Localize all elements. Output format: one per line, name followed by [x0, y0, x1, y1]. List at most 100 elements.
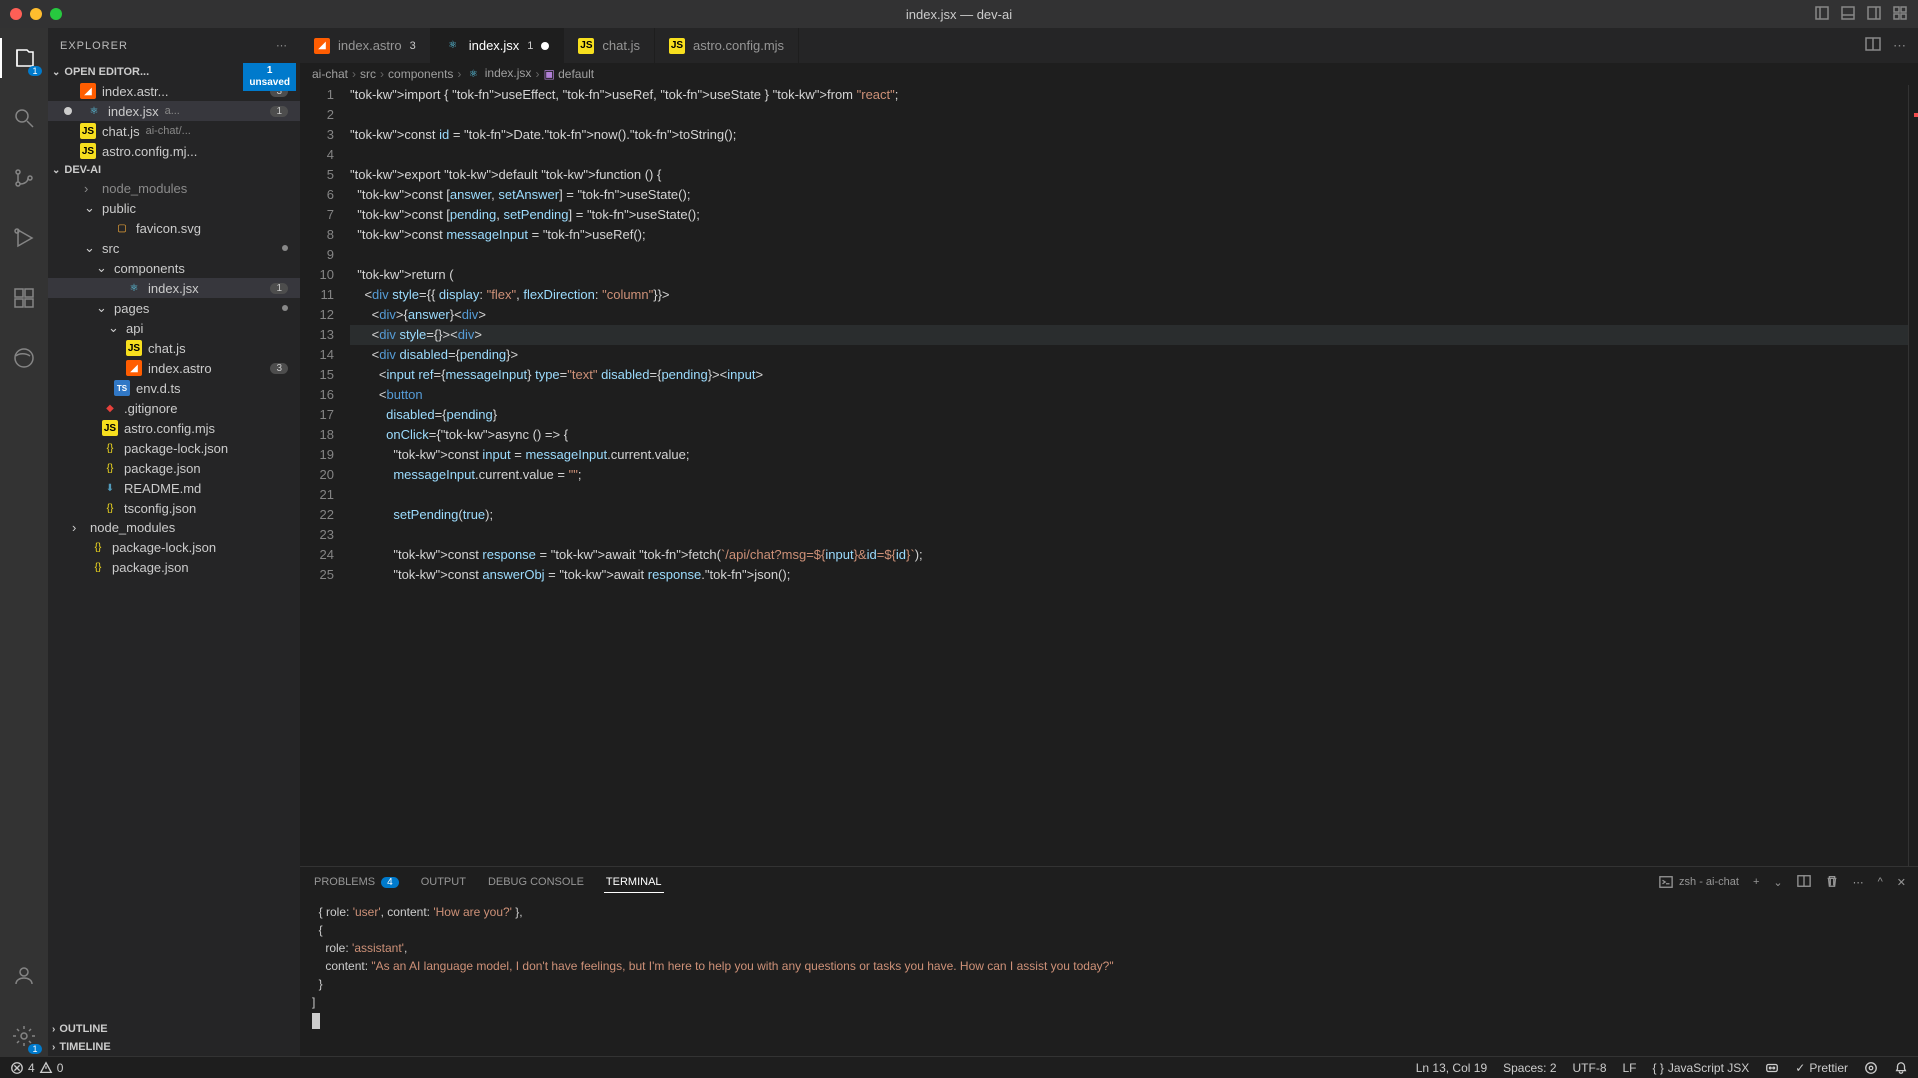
explorer-more-icon[interactable]: ⋯ — [276, 39, 288, 52]
activity-account[interactable] — [0, 956, 48, 996]
breadcrumb-item[interactable]: ai-chat — [312, 67, 348, 81]
tab-index.jsx[interactable]: ⚛ index.jsx 1 — [431, 28, 565, 63]
astro-icon: ◢ — [126, 360, 142, 376]
panel-tab-output[interactable]: OUTPUT — [419, 876, 468, 888]
status-prettier[interactable]: ✓ Prettier — [1795, 1061, 1848, 1075]
window-title: index.jsx — dev-ai — [906, 7, 1012, 22]
close-panel-icon[interactable]: ✕ — [1897, 876, 1906, 889]
tree-item-public[interactable]: ⌄ public — [48, 198, 300, 218]
modified-dot-icon — [541, 42, 549, 50]
json-icon: {} — [102, 440, 118, 456]
terminal-output[interactable]: { role: 'user', content: 'How are you?' … — [300, 897, 1918, 1056]
modified-folder-dot — [282, 305, 288, 311]
minimap[interactable] — [1908, 85, 1918, 866]
terminal-dropdown-icon[interactable]: ⌄ — [1773, 876, 1782, 889]
code-editor[interactable]: 1234567891011121314151617181920212223242… — [300, 85, 1918, 866]
tree-item-astro.config.mjs[interactable]: JS astro.config.mjs — [48, 418, 300, 438]
editor-more-icon[interactable]: ⋯ — [1893, 38, 1906, 54]
tree-item-index.jsx[interactable]: ⚛ index.jsx 1 — [48, 278, 300, 298]
status-encoding[interactable]: UTF-8 — [1573, 1061, 1607, 1075]
tree-item-package-lock.json[interactable]: {} package-lock.json — [48, 438, 300, 458]
tab-index.astro[interactable]: ◢ index.astro 3 — [300, 28, 431, 63]
tree-item-favicon.svg[interactable]: ▢ favicon.svg — [48, 218, 300, 238]
activity-explorer[interactable]: 1 — [0, 38, 48, 78]
split-editor-icon[interactable] — [1865, 36, 1881, 55]
react-icon: ⚛ — [86, 103, 102, 119]
status-feedback-icon[interactable] — [1864, 1061, 1878, 1075]
tree-item-api[interactable]: ⌄ api — [48, 318, 300, 338]
tree-item-node_modules[interactable]: › node_modules — [48, 179, 300, 198]
json-icon: {} — [90, 559, 106, 575]
split-terminal-icon[interactable] — [1797, 874, 1811, 891]
activity-extensions[interactable] — [0, 278, 48, 318]
layout-primary-icon[interactable] — [1814, 5, 1830, 24]
tree-item-components[interactable]: ⌄ components — [48, 258, 300, 278]
settings-badge: 1 — [28, 1044, 42, 1054]
panel-tab-problems[interactable]: PROBLEMS 4 — [312, 876, 401, 888]
titlebar: index.jsx — dev-ai — [0, 0, 1918, 28]
git-icon: ◆ — [102, 400, 118, 416]
kill-terminal-icon[interactable] — [1825, 874, 1839, 891]
explorer-badge: 1 — [28, 66, 42, 76]
statusbar: 4 0 Ln 13, Col 19 Spaces: 2 UTF-8 LF { }… — [0, 1056, 1918, 1078]
panel-tab-debug[interactable]: DEBUG CONSOLE — [486, 876, 586, 888]
modified-folder-dot — [282, 245, 288, 251]
maximize-panel-icon[interactable]: ^ — [1878, 876, 1883, 888]
activity-settings[interactable]: 1 — [0, 1016, 48, 1056]
status-line-col[interactable]: Ln 13, Col 19 — [1416, 1061, 1487, 1075]
tree-item-pages[interactable]: ⌄ pages — [48, 298, 300, 318]
tab-astro.config.mjs[interactable]: JS astro.config.mjs — [655, 28, 799, 63]
open-editor-item[interactable]: JS astro.config.mj... — [48, 141, 300, 161]
breadcrumb[interactable]: ai-chat› src› components›⚛ index.jsx›▣ d… — [300, 63, 1918, 85]
timeline-header[interactable]: ›TIMELINE — [48, 1038, 300, 1056]
terminal-more-icon[interactable]: ⋯ — [1853, 876, 1864, 889]
layout-secondary-icon[interactable] — [1866, 5, 1882, 24]
close-window[interactable] — [10, 8, 22, 20]
maximize-window[interactable] — [50, 8, 62, 20]
tree-item-chat.js[interactable]: JS chat.js — [48, 338, 300, 358]
open-editor-item[interactable]: ⚛ index.jsx a... 1 — [48, 101, 300, 121]
breadcrumb-item[interactable]: ⚛ index.jsx — [465, 66, 531, 83]
panel-tab-terminal[interactable]: TERMINAL — [604, 876, 664, 893]
activity-source-control[interactable] — [0, 158, 48, 198]
tree-item-node_modules[interactable]: › node_modules — [48, 518, 300, 537]
tree-item-index.astro[interactable]: ◢ index.astro 3 — [48, 358, 300, 378]
tree-item-env.d.ts[interactable]: TS env.d.ts — [48, 378, 300, 398]
tree-item-README.md[interactable]: ⬇ README.md — [48, 478, 300, 498]
tree-item-package.json[interactable]: {} package.json — [48, 458, 300, 478]
js-icon: JS — [80, 143, 96, 159]
status-eol[interactable]: LF — [1623, 1061, 1637, 1075]
activity-search[interactable] — [0, 98, 48, 138]
tree-item-.gitignore[interactable]: ◆ .gitignore — [48, 398, 300, 418]
js-icon: JS — [102, 420, 118, 436]
breadcrumb-item[interactable]: src — [360, 67, 376, 81]
outline-header[interactable]: ›OUTLINE — [48, 1020, 300, 1038]
traffic-lights — [10, 8, 62, 20]
tree-item-tsconfig.json[interactable]: {} tsconfig.json — [48, 498, 300, 518]
project-header[interactable]: ⌄ DEV-AI — [48, 161, 300, 179]
open-editors-header[interactable]: ⌄ OPEN EDITOR... 1 unsaved — [48, 63, 300, 81]
status-errors[interactable]: 4 0 — [10, 1061, 63, 1075]
tree-item-package-lock.json[interactable]: {} package-lock.json — [48, 537, 300, 557]
symbol-icon: ▣ — [543, 67, 554, 81]
new-terminal-icon[interactable]: + — [1753, 876, 1759, 888]
status-lang[interactable]: { } JavaScript JSX — [1653, 1061, 1750, 1075]
tab-chat.js[interactable]: JS chat.js — [564, 28, 655, 63]
layout-customize-icon[interactable] — [1892, 5, 1908, 24]
breadcrumb-item[interactable]: components — [388, 67, 453, 81]
activity-bar: 1 1 — [0, 28, 48, 1056]
layout-panel-icon[interactable] — [1840, 5, 1856, 24]
tree-item-src[interactable]: ⌄ src — [48, 238, 300, 258]
js-icon: JS — [669, 38, 685, 54]
activity-debug[interactable] — [0, 218, 48, 258]
status-copilot-icon[interactable] — [1765, 1061, 1779, 1075]
minimize-window[interactable] — [30, 8, 42, 20]
explorer-title: EXPLORER — [60, 40, 128, 52]
tree-item-package.json[interactable]: {} package.json — [48, 557, 300, 577]
activity-edge[interactable] — [0, 338, 48, 378]
terminal-profile[interactable]: zsh - ai-chat — [1659, 875, 1739, 889]
status-bell-icon[interactable] — [1894, 1061, 1908, 1075]
breadcrumb-item[interactable]: ▣ default — [543, 67, 594, 81]
open-editor-item[interactable]: JS chat.js ai-chat/... — [48, 121, 300, 141]
status-spaces[interactable]: Spaces: 2 — [1503, 1061, 1556, 1075]
